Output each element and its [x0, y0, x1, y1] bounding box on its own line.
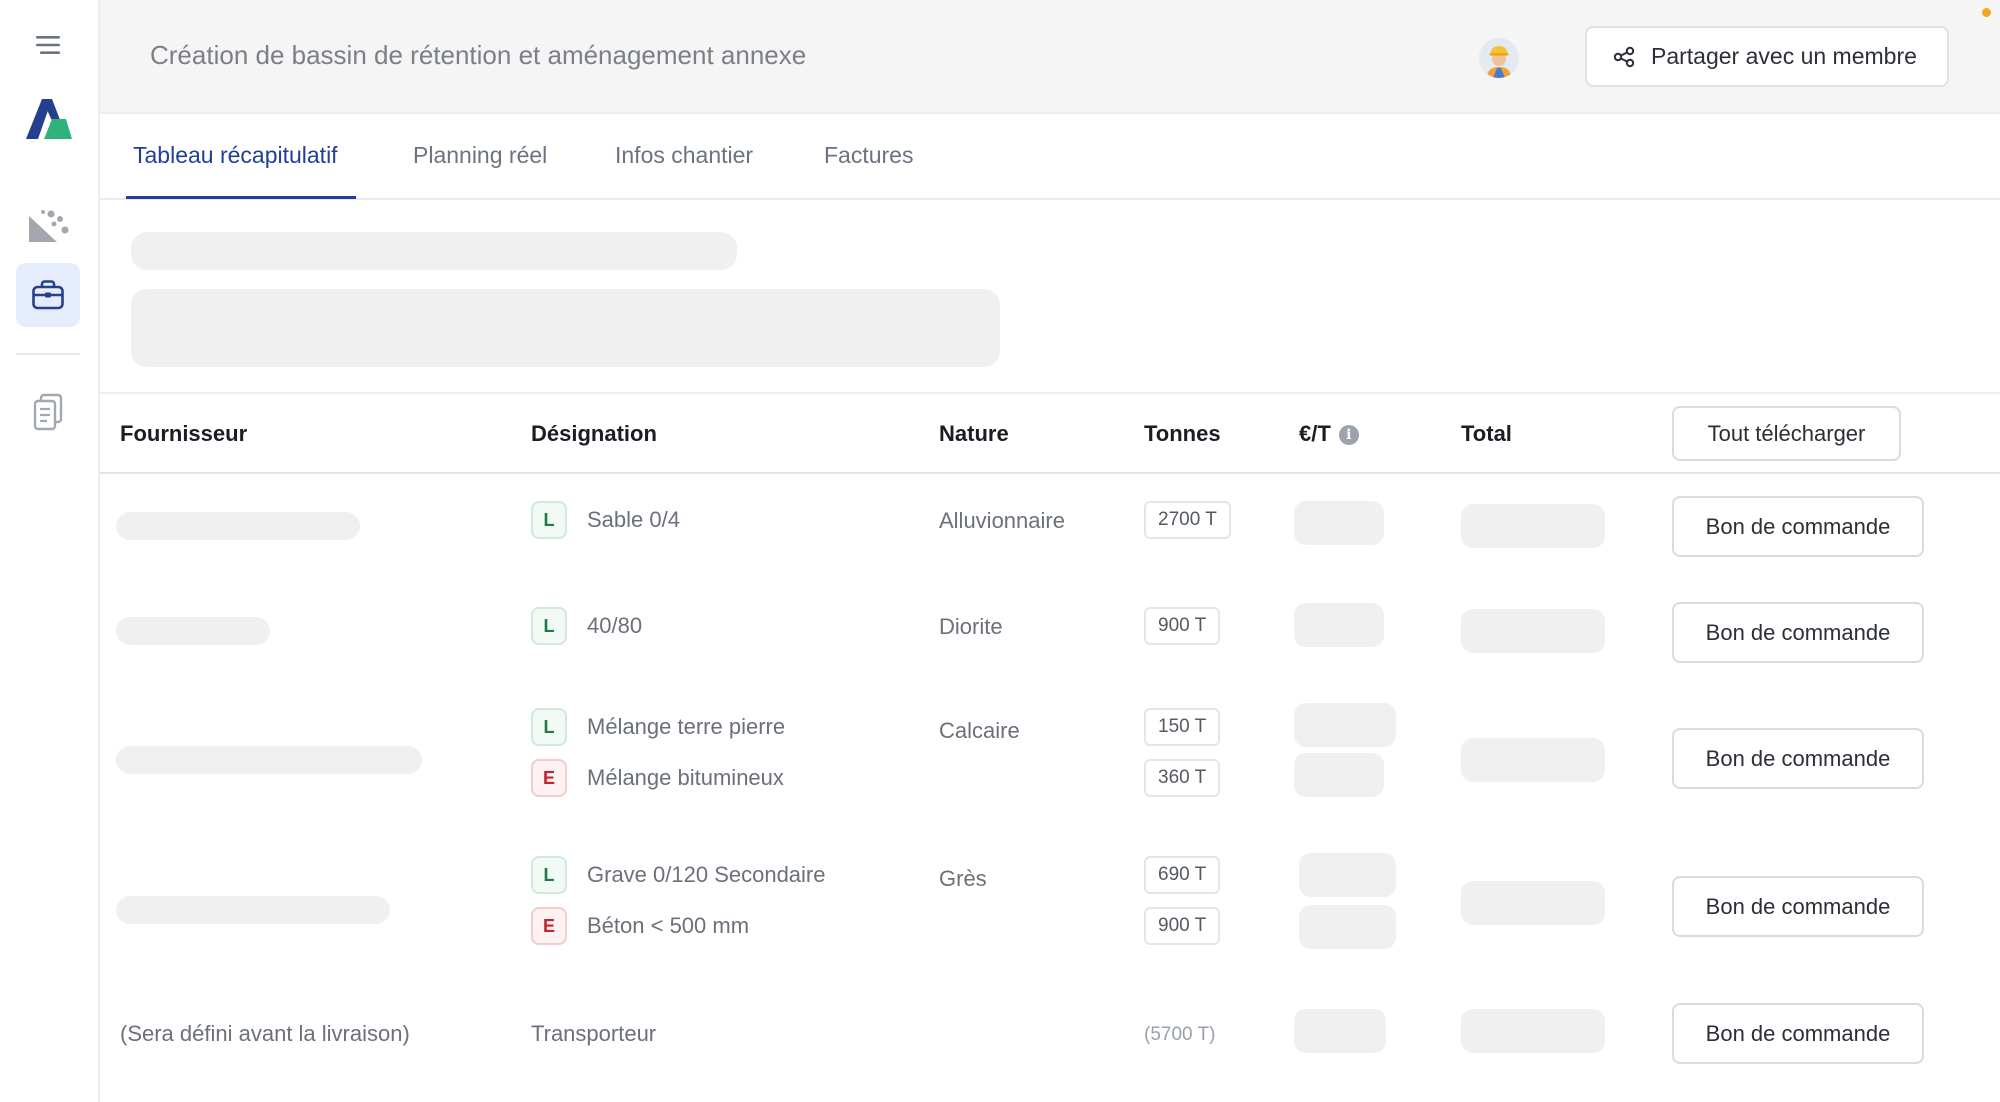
tab-invoices[interactable]: Factures: [824, 142, 913, 169]
download-all-button[interactable]: Tout télécharger: [1672, 406, 1901, 461]
column-header-nature: Nature: [939, 421, 1009, 446]
worker-avatar-icon: [1479, 38, 1519, 78]
tonnes-chip: 900 T: [1144, 607, 1221, 645]
sidebar-item-documents[interactable]: [16, 380, 80, 444]
designation-text: Sable 0/4: [587, 507, 680, 532]
skeleton-summary-title: [131, 232, 737, 270]
designation-text: Mélange terre pierre: [587, 714, 786, 739]
app-logo[interactable]: [16, 86, 80, 150]
top-bar: Création de bassin de rétention et aména…: [100, 0, 2000, 114]
skeleton-price: [1294, 753, 1384, 797]
skeleton-supplier: [116, 512, 360, 540]
order-button[interactable]: Bon de commande: [1672, 876, 1924, 937]
tonnes-chip: 900 T: [1144, 907, 1221, 945]
skeleton-supplier: [116, 896, 390, 924]
column-header-price: €/T i: [1299, 421, 1359, 447]
nature-text: Calcaire: [939, 718, 1020, 743]
order-button[interactable]: Bon de commande: [1672, 602, 1924, 663]
designation-text: Mélange bitumineux: [587, 765, 784, 790]
sidebar-item-materials[interactable]: [16, 194, 80, 258]
order-button[interactable]: Bon de commande: [1672, 1003, 1924, 1064]
skeleton-total: [1461, 1009, 1605, 1053]
section-divider: [100, 392, 2000, 394]
badge-type-L: L: [531, 501, 567, 539]
sidebar-item-projects[interactable]: [16, 263, 80, 327]
skeleton-total: [1461, 881, 1605, 925]
share-button-label: Partager avec un membre: [1651, 43, 1917, 69]
tonnes-chip: 150 T: [1144, 708, 1221, 746]
badge-type-L: L: [531, 856, 567, 894]
column-header-designation: Désignation: [531, 421, 657, 446]
skeleton-price: [1294, 501, 1384, 545]
skeleton-supplier: [116, 746, 422, 774]
notification-dot: [1982, 8, 1991, 17]
supplier-pending-text: (Sera défini avant la livraison): [120, 1021, 410, 1046]
skeleton-price: [1294, 1009, 1386, 1053]
badge-type-L: L: [531, 708, 567, 746]
sidebar: [0, 0, 100, 1102]
column-header-price-label: €/T: [1299, 421, 1331, 446]
tonnes-total-text: (5700 T): [1144, 1024, 1216, 1045]
skeleton-price: [1299, 905, 1396, 949]
designation-text: Béton < 500 mm: [587, 913, 750, 938]
tonnes-chip: 360 T: [1144, 759, 1221, 797]
order-button[interactable]: Bon de commande: [1672, 496, 1924, 557]
skeleton-price: [1294, 703, 1396, 747]
menu-icon: [36, 36, 60, 54]
nature-text: Diorite: [939, 614, 1003, 639]
page-title: Création de bassin de rétention et aména…: [150, 40, 807, 70]
share-icon: [1613, 46, 1635, 67]
app-window: Création de bassin de rétention et aména…: [0, 0, 2000, 1102]
table-header-divider: [100, 472, 2000, 474]
badge-type-E: E: [531, 907, 567, 945]
badge-type-L: L: [531, 607, 567, 645]
designation-text: Grave 0/120 Secondaire: [587, 862, 826, 887]
skeleton-price: [1294, 603, 1384, 647]
badge-type-E: E: [531, 759, 567, 797]
menu-button[interactable]: [16, 13, 80, 77]
skeleton-supplier: [116, 617, 270, 645]
column-header-tonnes: Tonnes: [1144, 421, 1221, 446]
skeleton-total: [1461, 609, 1605, 653]
order-button[interactable]: Bon de commande: [1672, 728, 1924, 789]
tab-bar: Tableau récapitulatif Planning réel Info…: [100, 114, 2000, 200]
sidebar-divider: [16, 353, 80, 355]
tab-summary[interactable]: Tableau récapitulatif: [133, 142, 338, 169]
share-button[interactable]: Partager avec un membre: [1585, 26, 1949, 87]
tab-planning[interactable]: Planning réel: [413, 142, 547, 169]
materials-icon: [29, 210, 69, 242]
info-icon[interactable]: i: [1338, 425, 1359, 445]
designation-text: Transporteur: [531, 1021, 657, 1046]
logo-icon: [26, 99, 72, 139]
skeleton-total: [1461, 738, 1605, 782]
clipboard-icon: [33, 393, 63, 431]
active-tab-indicator: [126, 196, 356, 199]
tab-site-info[interactable]: Infos chantier: [615, 142, 753, 169]
skeleton-price: [1299, 853, 1396, 897]
skeleton-total: [1461, 504, 1605, 548]
briefcase-icon: [32, 280, 64, 310]
column-header-total: Total: [1461, 421, 1512, 446]
nature-text: Grès: [939, 866, 987, 891]
nature-text: Alluvionnaire: [939, 508, 1065, 533]
skeleton-summary-block: [131, 289, 1000, 367]
avatar[interactable]: [1479, 38, 1519, 78]
tonnes-chip: 2700 T: [1144, 501, 1231, 539]
designation-text: 40/80: [587, 613, 643, 638]
tonnes-chip: 690 T: [1144, 856, 1221, 894]
column-header-supplier: Fournisseur: [120, 421, 248, 446]
